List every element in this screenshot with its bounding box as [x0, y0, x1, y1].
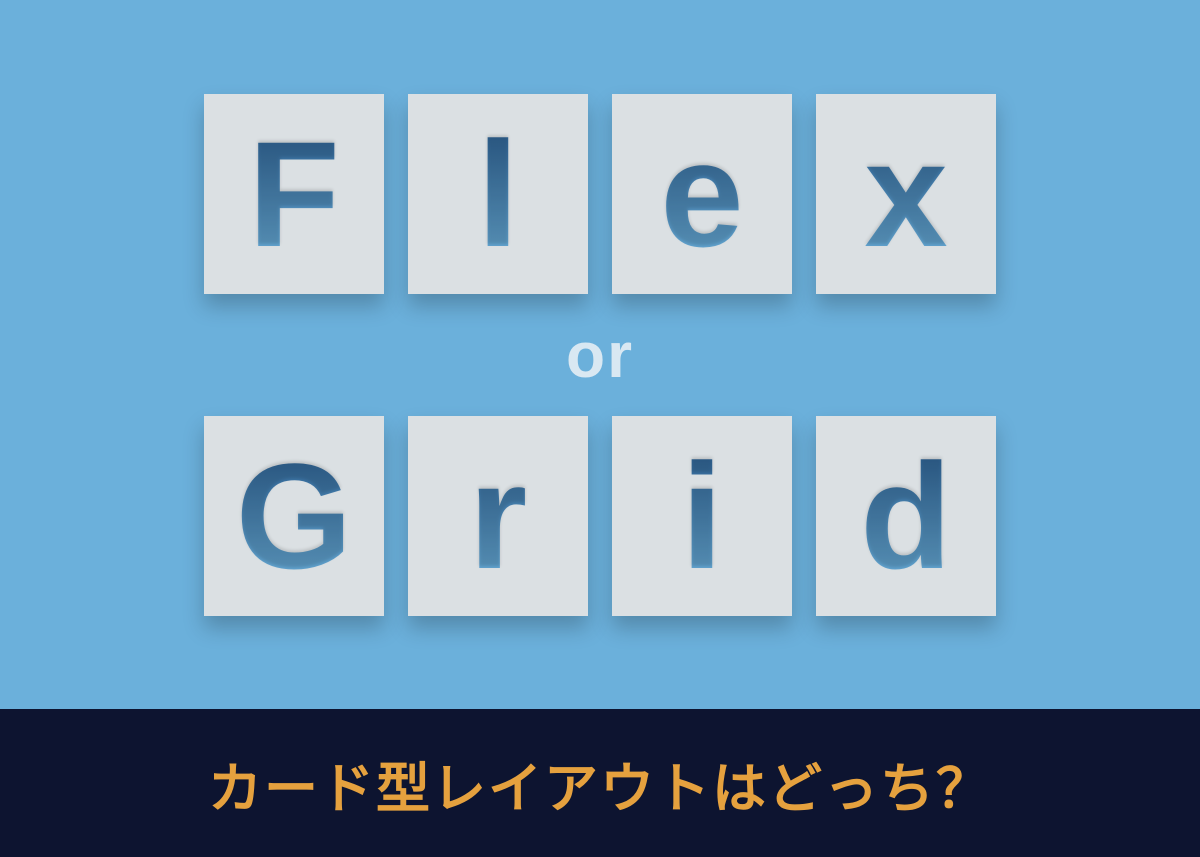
letter-e: e	[660, 119, 743, 269]
footer-title: カード型レイアウトはどっち？	[208, 744, 992, 823]
top-card-row: F l e x	[204, 94, 996, 294]
letter-x: x	[864, 119, 947, 269]
letter-card-g: G	[204, 416, 384, 616]
letter-card-l: l	[408, 94, 588, 294]
bottom-card-row: G r i d	[204, 416, 996, 616]
footer-section: カード型レイアウトはどっち？	[0, 709, 1200, 857]
or-separator: or	[566, 318, 634, 392]
letter-g: G	[236, 441, 353, 591]
letter-card-r: r	[408, 416, 588, 616]
letter-f: F	[248, 119, 340, 269]
letter-card-f: F	[204, 94, 384, 294]
letter-card-e: e	[612, 94, 792, 294]
letter-d: d	[860, 441, 952, 591]
page-container: F l e x or G r i d	[0, 0, 1200, 857]
hero-section: F l e x or G r i d	[0, 0, 1200, 709]
letter-i: i	[681, 441, 723, 591]
letter-l: l	[477, 119, 519, 269]
letter-card-d: d	[816, 416, 996, 616]
letter-card-x: x	[816, 94, 996, 294]
letter-r: r	[469, 441, 527, 591]
letter-card-i: i	[612, 416, 792, 616]
